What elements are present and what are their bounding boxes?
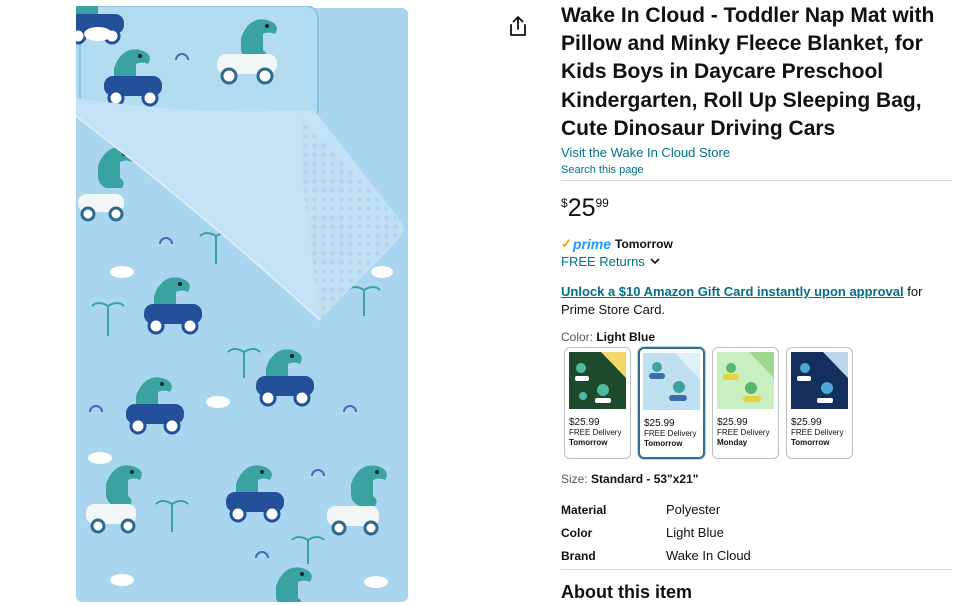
prime-delivery: ✓ prime Tomorrow [561, 236, 673, 252]
color-swatch-dark-green[interactable]: $25.99 FREE Delivery Tomorrow [564, 347, 631, 459]
size-label: Size: Standard - 53"x21" [561, 472, 698, 486]
swatch-delivery-day: Tomorrow [791, 438, 830, 447]
product-specs: Material Polyester Color Light Blue Bran… [561, 498, 953, 567]
about-heading: About this item [561, 582, 692, 602]
prime-delivery-day: Tomorrow [615, 237, 673, 251]
price-symbol: $ [561, 196, 568, 210]
swatch-delivery: FREE Delivery [717, 428, 770, 437]
prime-logo: ✓ prime [561, 236, 611, 252]
gift-card-offer-link[interactable]: Unlock a $10 Amazon Gift Card instantly … [561, 284, 904, 299]
color-swatch-light-green[interactable]: $25.99 FREE Delivery Monday [712, 347, 779, 459]
spec-row-brand: Brand Wake In Cloud [561, 544, 953, 567]
spec-value: Polyester [666, 502, 721, 517]
product-image[interactable] [66, 0, 408, 606]
share-icon [510, 16, 526, 36]
spec-row-color: Color Light Blue [561, 521, 953, 544]
swatch-delivery-day: Monday [717, 438, 748, 447]
divider [561, 180, 952, 181]
spec-key: Brand [561, 548, 596, 563]
chevron-down-icon [650, 258, 660, 265]
divider [561, 569, 952, 570]
color-label: Color: Light Blue [561, 330, 655, 344]
share-button[interactable] [508, 15, 528, 37]
search-page-link[interactable]: Search this page [561, 164, 644, 176]
swatch-price: $25.99 [717, 417, 748, 428]
swatch-delivery: FREE Delivery [791, 428, 844, 437]
color-swatch-navy[interactable]: $25.99 FREE Delivery Tomorrow [786, 347, 853, 459]
free-returns-button[interactable]: FREE Returns [561, 254, 660, 269]
swatch-price: $25.99 [791, 417, 822, 428]
prime-check-icon: ✓ [561, 236, 572, 251]
spec-value: Light Blue [666, 525, 724, 540]
color-label-prefix: Color: [561, 330, 597, 344]
swatch-delivery-day: Tomorrow [569, 438, 608, 447]
prime-label: prime [572, 236, 612, 252]
spec-key: Material [561, 502, 607, 517]
spec-value: Wake In Cloud [666, 548, 751, 563]
color-swatches: $25.99 FREE Delivery Tomorrow $25.99 FRE… [564, 347, 860, 459]
product-title: Wake In Cloud - Toddler Nap Mat with Pil… [561, 4, 935, 140]
swatch-thumbnail [643, 353, 700, 410]
swatch-delivery: FREE Delivery [569, 428, 622, 437]
swatch-delivery-day: Tomorrow [644, 439, 683, 448]
swatch-price: $25.99 [644, 418, 675, 429]
swatch-thumbnail [791, 352, 848, 409]
swatch-price: $25.99 [569, 417, 600, 428]
spec-key: Color [561, 525, 593, 540]
spec-row-material: Material Polyester [561, 498, 953, 521]
store-link[interactable]: Visit the Wake In Cloud Store [561, 145, 730, 160]
swatch-thumbnail [569, 352, 626, 409]
selected-size: Standard - 53"x21" [591, 472, 699, 486]
color-swatch-light-blue[interactable]: $25.99 FREE Delivery Tomorrow [638, 347, 705, 459]
selected-color: Light Blue [596, 330, 656, 344]
price-fraction: 99 [595, 196, 609, 210]
swatch-thumbnail [717, 352, 774, 409]
price-whole: 25 [567, 194, 596, 222]
size-label-prefix: Size: [561, 472, 592, 486]
free-returns-label: FREE Returns [561, 254, 645, 269]
swatch-delivery: FREE Delivery [644, 429, 697, 438]
price: $2599 [561, 194, 609, 224]
promo-text: Unlock a $10 Amazon Gift Card instantly … [561, 283, 953, 319]
